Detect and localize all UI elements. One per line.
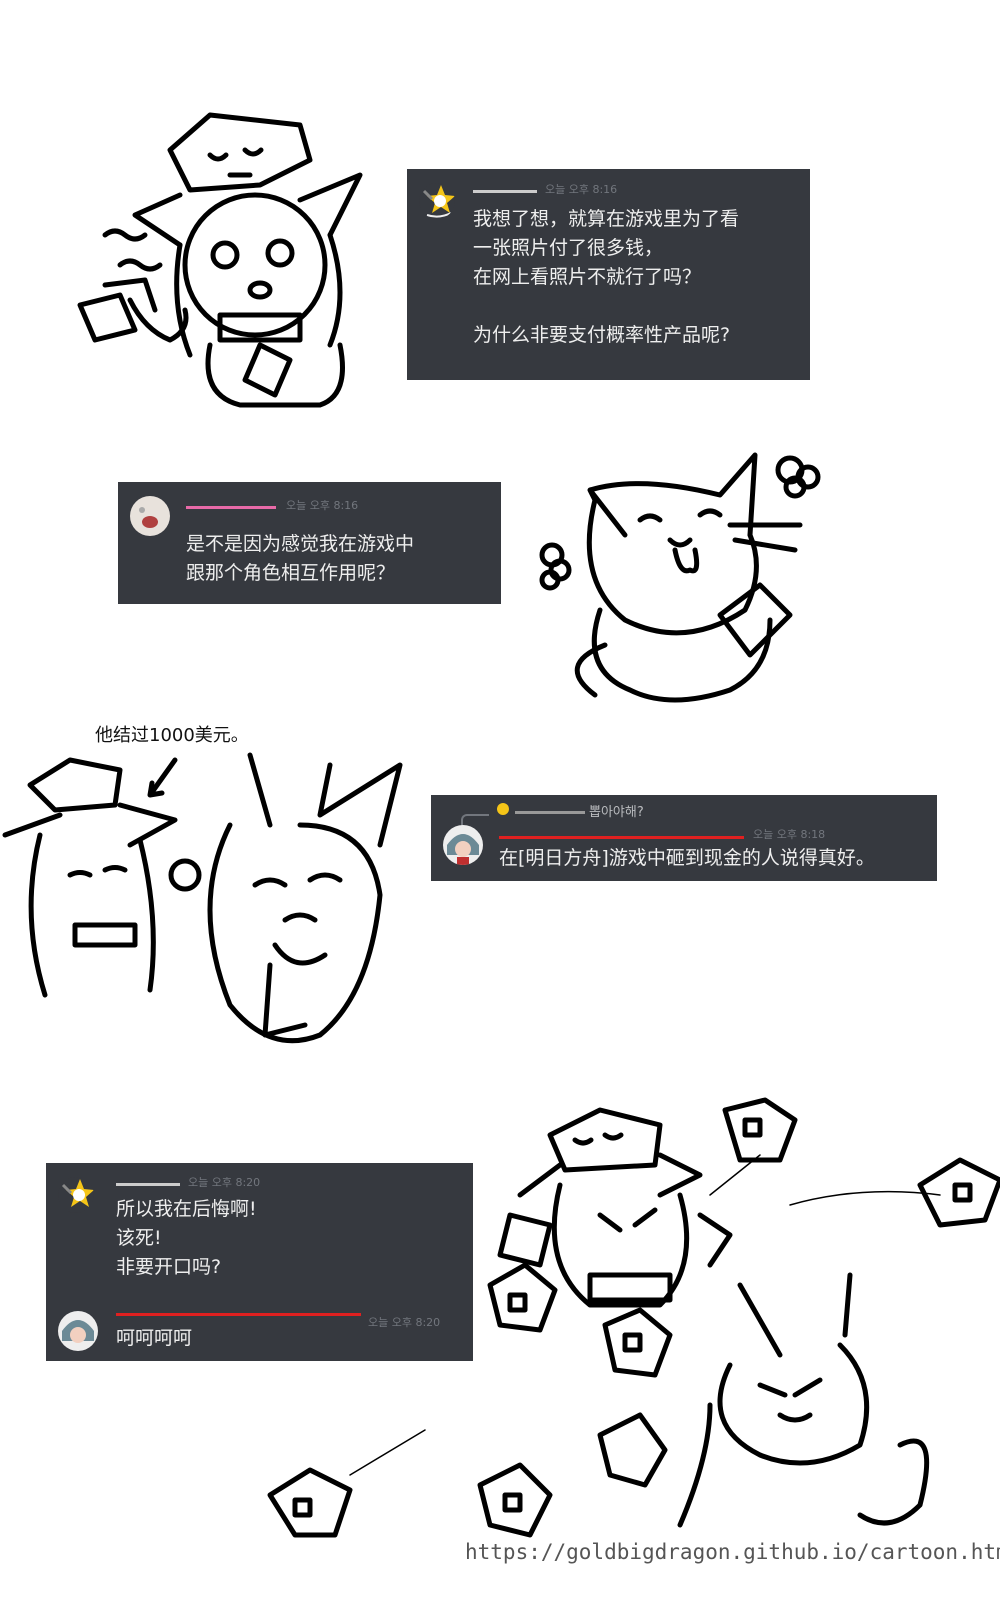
timestamp: 오늘 오후 8:16 (545, 183, 618, 196)
chat-message-2: 오늘 오후 8:16 是不是因为感觉我在游戏中 跟那个角色相互作用呢？ (118, 482, 501, 604)
username-redacted (116, 1183, 180, 1186)
character-with-money-drawing (60, 105, 380, 415)
chat-message-1: 오늘 오후 8:16 我想了想，就算在游戏里为了看 一张照片付了很多钱， 在网上… (407, 169, 810, 380)
yellow-star-character-avatar (419, 183, 455, 219)
caption-text: 他结过1000美元。 (95, 725, 249, 746)
message-text: 在[明日方舟]游戏中砸到现金的人说得真好。 (499, 847, 875, 869)
message-text: 是不是因为感觉我在游戏中 跟那个角色相互作用呢？ (186, 533, 415, 584)
message-text: 所以我在后悔啊! 该死! 非要开口吗? (116, 1198, 257, 1278)
characters-throwing-envelopes-drawing (260, 1085, 1000, 1555)
gray-hair-girl-avatar (58, 1311, 98, 1351)
chat-message-3: 뽑아야해? 오늘 오후 8:18 在[明日方舟]游戏中砸到现金的人说得真好。 (431, 795, 937, 881)
message-text: 我想了想，就算在游戏里为了看 一张照片付了很多钱， 在网上看照片不就行了吗？ 为… (473, 208, 740, 346)
gray-hair-girl-avatar (443, 825, 483, 865)
username-redacted (473, 190, 537, 193)
timestamp: 오늘 오후 8:16 (286, 499, 359, 512)
username-redacted (186, 506, 276, 509)
message-text: 呵呵呵呵 (116, 1327, 193, 1349)
watermark-url: https://goldbigdragon.github.io/cartoon.… (465, 1540, 1000, 1564)
cat-avatar (130, 496, 170, 536)
timestamp: 오늘 오후 8:20 (188, 1176, 261, 1189)
timestamp: 오늘 오후 8:18 (753, 828, 826, 841)
cat-with-phone-drawing (530, 445, 830, 715)
reply-username-redacted (515, 811, 585, 814)
username-redacted (499, 836, 744, 839)
reply-avatar-icon (497, 803, 509, 815)
yellow-star-character-avatar (58, 1177, 94, 1213)
reply-text: 뽑아야해? (589, 805, 644, 820)
two-characters-drawing (0, 745, 420, 1065)
